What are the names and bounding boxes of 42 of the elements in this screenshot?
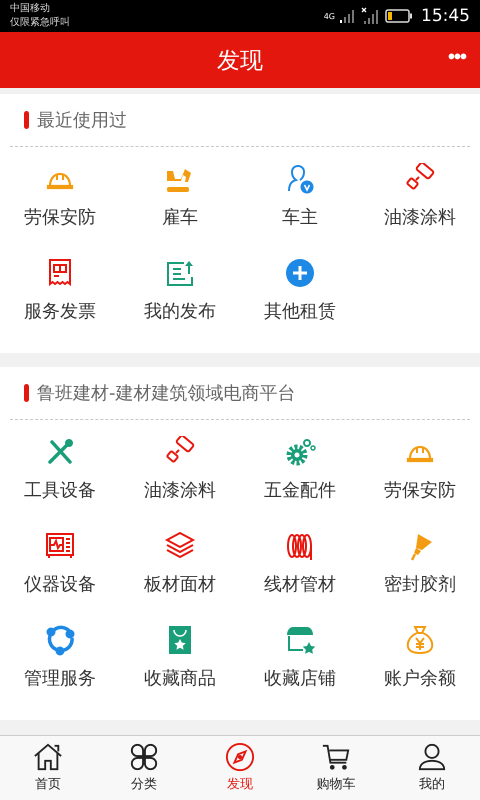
nav-tab[interactable]: 分类: [96, 736, 192, 800]
carrier-name: 中国移动: [10, 2, 51, 16]
nav-tab[interactable]: 发现: [192, 736, 288, 800]
page-title: 发现: [217, 46, 263, 76]
emergency-notice: 仅限紧急呼叫: [10, 16, 70, 30]
shortcut-item[interactable]: 劳保安防: [360, 432, 480, 526]
shortcut-item[interactable]: 服务发票: [0, 253, 120, 347]
nav-tab[interactable]: 首页: [0, 736, 96, 800]
battery-icon: [385, 8, 413, 24]
nav-tab[interactable]: 购物车: [288, 736, 384, 800]
compass-icon: [225, 742, 255, 772]
home-icon: [33, 742, 63, 772]
shortcut-item[interactable]: 雇车: [120, 159, 240, 253]
section-marker: [24, 111, 29, 129]
shortcut-item[interactable]: 油漆涂料: [120, 432, 240, 526]
shortcut-item[interactable]: 油漆涂料: [360, 159, 480, 253]
section-title: 最近使用过: [37, 109, 127, 132]
user-icon: [417, 742, 447, 772]
shortcut-item[interactable]: 密封胶剂: [360, 526, 480, 620]
shortcut-item[interactable]: 收藏商品: [120, 620, 240, 714]
shortcut-item[interactable]: 劳保安防: [0, 159, 120, 253]
shortcut-item[interactable]: 仪器设备: [0, 526, 120, 620]
shortcut-item[interactable]: 管理服务: [0, 620, 120, 714]
shortcut-item[interactable]: 板材面材: [120, 526, 240, 620]
shortcut-item[interactable]: 我的发布: [120, 253, 240, 347]
four-circles-icon: [129, 742, 159, 772]
signal-icon: [339, 8, 357, 24]
shortcut-item[interactable]: 车主: [240, 159, 360, 253]
network-type: 4G: [324, 12, 335, 20]
section-title: 鲁班建材-建材建筑领域电商平台: [37, 382, 296, 405]
shortcut-item[interactable]: 其他租赁: [240, 253, 360, 347]
shortcut-item[interactable]: 账户余额: [360, 620, 480, 714]
clock: 15:45: [421, 6, 470, 26]
no-signal-icon: [361, 7, 381, 25]
cart-icon: [321, 742, 351, 772]
shortcut-item[interactable]: 工具设备: [0, 432, 120, 526]
section-marker: [24, 384, 29, 402]
nav-tab[interactable]: 我的: [384, 736, 480, 800]
shortcut-item[interactable]: 收藏店铺: [240, 620, 360, 714]
shortcut-item[interactable]: 线材管材: [240, 526, 360, 620]
more-button[interactable]: •••: [444, 44, 470, 71]
shortcut-item[interactable]: 五金配件: [240, 432, 360, 526]
